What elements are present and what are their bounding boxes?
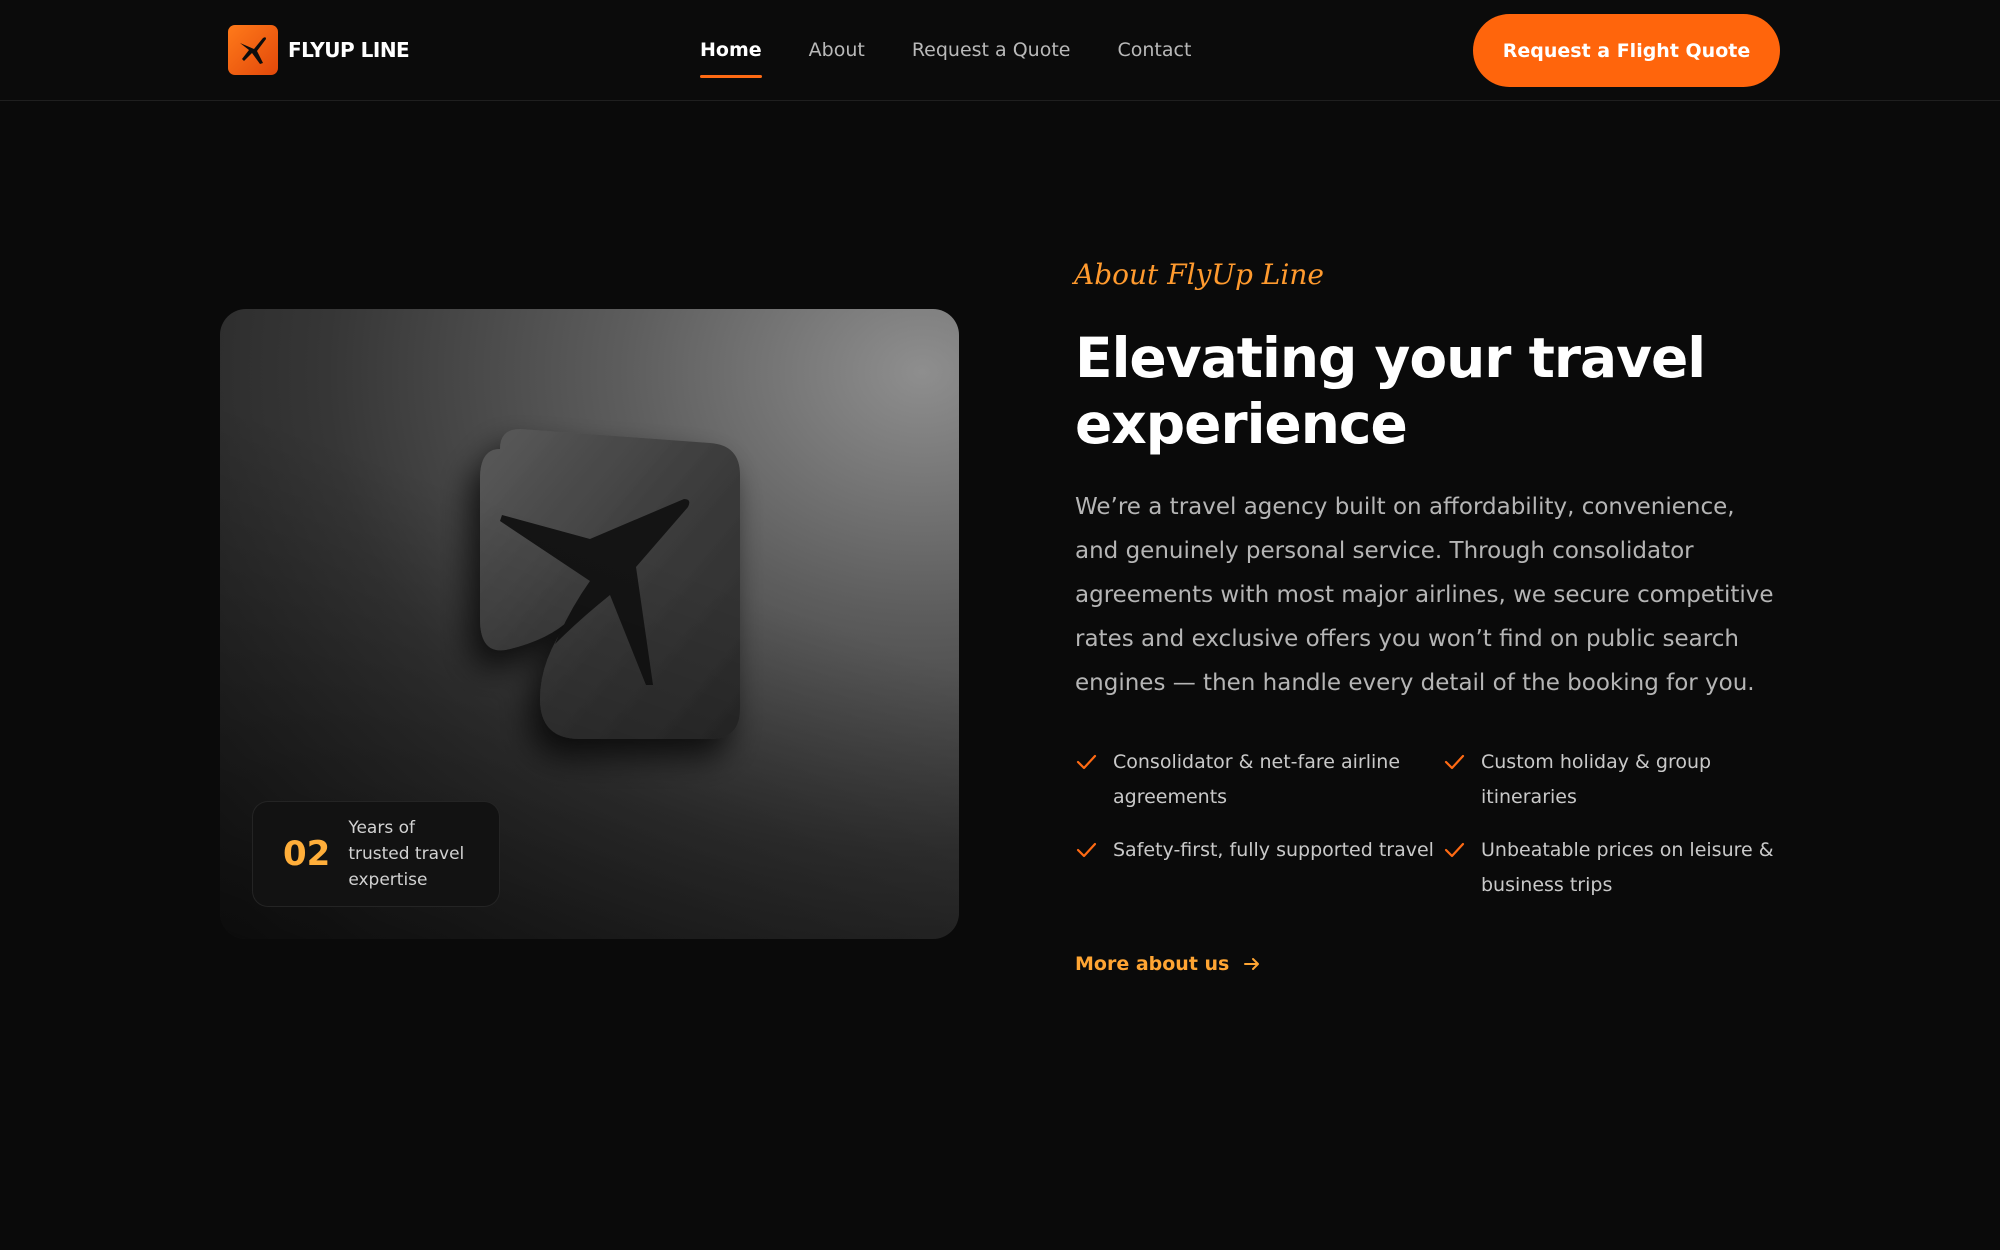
logo-text: FLYUP LINE — [288, 38, 410, 62]
plane-icon — [228, 25, 278, 75]
nav-home[interactable]: Home — [700, 0, 762, 100]
stat-number: 02 — [283, 834, 331, 874]
feature-item: Consolidator & net-fare airline agreemen… — [1075, 745, 1443, 815]
feature-text: Consolidator & net-fare airline agreemen… — [1113, 751, 1401, 808]
nav-about[interactable]: About — [809, 0, 865, 100]
feature-text: Unbeatable prices on leisure & business … — [1481, 839, 1774, 896]
nav-contact[interactable]: Contact — [1118, 0, 1192, 100]
experience-stat-badge: 02 Years of trusted travel expertise — [252, 801, 500, 907]
feature-list: Consolidator & net-fare airline agreemen… — [1075, 745, 1795, 903]
more-about-us-label: More about us — [1075, 953, 1230, 975]
feature-item: Safety-first, fully supported travel — [1075, 833, 1443, 903]
feature-item: Custom holiday & group itineraries — [1443, 745, 1783, 815]
site-logo[interactable]: FLYUP LINE — [228, 25, 410, 75]
section-eyebrow: About FlyUp Line — [1074, 258, 1324, 291]
main-nav: Home About Request a Quote Contact — [700, 0, 1191, 100]
arrow-right-icon — [1244, 958, 1260, 970]
stat-label: Years of trusted travel expertise — [348, 818, 465, 890]
about-image-card: 02 Years of trusted travel expertise — [220, 309, 959, 939]
nav-request-quote[interactable]: Request a Quote — [912, 0, 1071, 100]
section-body: We’re a travel agency built on affordabi… — [1075, 494, 1774, 696]
checkmark-icon — [1444, 842, 1465, 858]
feature-item: Unbeatable prices on leisure & business … — [1443, 833, 1783, 903]
feature-text: Custom holiday & group itineraries — [1481, 751, 1712, 808]
more-about-us-link[interactable]: More about us — [1075, 953, 1261, 975]
section-headline: Elevating your travel experience — [1075, 326, 1706, 456]
checkmark-icon — [1076, 842, 1097, 858]
checkmark-icon — [1444, 754, 1465, 770]
site-header: FLYUP LINE Home About Request a Quote Co… — [0, 0, 2000, 101]
checkmark-icon — [1076, 754, 1097, 770]
request-flight-quote-button[interactable]: Request a Flight Quote — [1473, 14, 1780, 87]
feature-text: Safety-first, fully supported travel — [1113, 839, 1434, 861]
